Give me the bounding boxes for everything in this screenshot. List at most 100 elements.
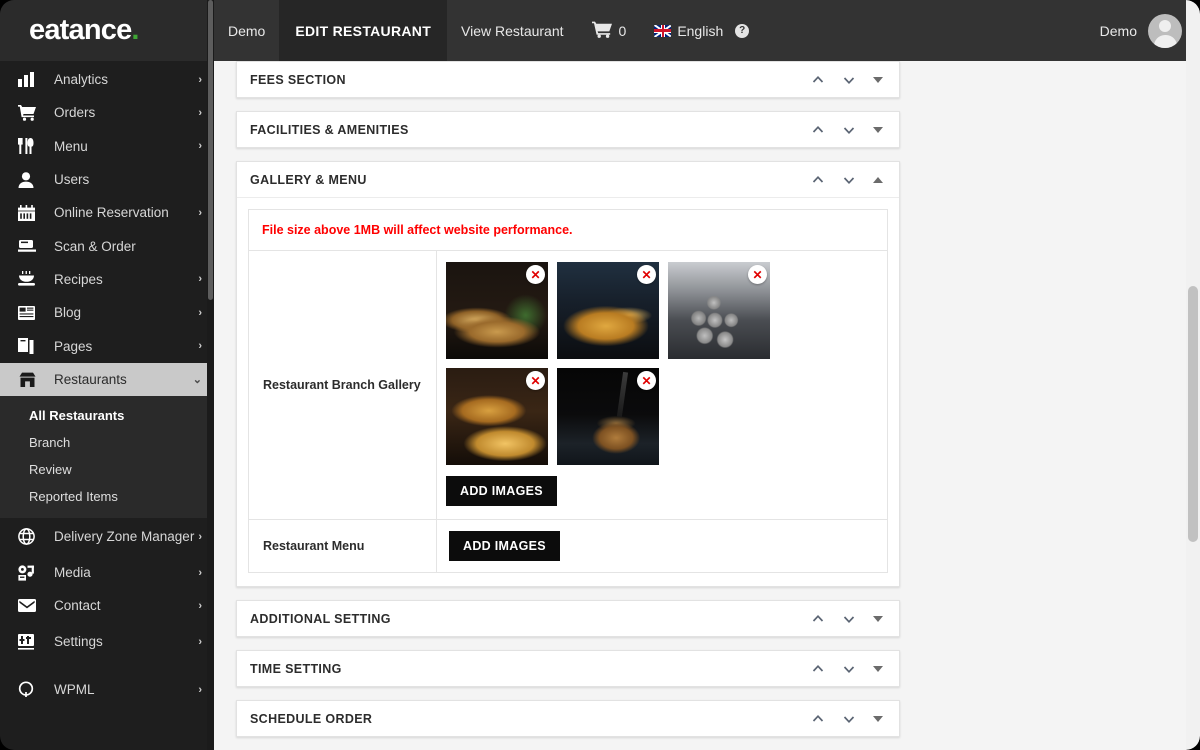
topbar-label: EDIT RESTAURANT [295, 22, 432, 39]
sidebar-item-wpml[interactable]: WPML › [0, 671, 214, 709]
gallery-image-powdered-donut-holes[interactable]: ✕ [668, 262, 770, 359]
sidebar-item-media[interactable]: Media › [0, 556, 214, 589]
collapse-toggle-icon[interactable] [873, 176, 883, 183]
sidebar-item-pages[interactable]: Pages › [0, 329, 214, 362]
sidebar-label: Menu [54, 138, 88, 154]
move-down-icon[interactable] [842, 712, 856, 726]
delete-image-button[interactable]: ✕ [526, 265, 545, 284]
expand-toggle-icon[interactable] [873, 715, 883, 722]
sidebar-item-settings[interactable]: Settings › [0, 623, 214, 661]
move-down-icon[interactable] [842, 73, 856, 87]
panel-title: ADDITIONAL SETTING [250, 611, 391, 626]
sidebar-item-recipes[interactable]: Recipes › [0, 263, 214, 296]
sidebar-label: Media [54, 565, 91, 581]
sidebar-item-all-restaurants[interactable]: All Restaurants [0, 402, 214, 429]
move-down-icon[interactable] [842, 662, 856, 676]
table-row: Restaurant Menu ADD IMAGES [249, 519, 887, 572]
chevron-right-icon: › [198, 273, 202, 286]
topbar-item-demo[interactable]: Demo [214, 0, 279, 61]
sidebar-nav: Analytics › Orders › Menu › Users Online… [0, 61, 214, 709]
file-size-warning: File size above 1MB will affect website … [248, 209, 888, 251]
sidebar-item-scan-and-order[interactable]: Scan & Order [0, 229, 214, 262]
gallery-table: Restaurant Branch Gallery ✕ ✕ ✕ ✕ ✕ ADD … [248, 251, 888, 573]
topbar-item-edit-restaurant[interactable]: EDIT RESTAURANT [279, 0, 448, 61]
sidebar-item-review[interactable]: Review [0, 456, 214, 483]
panel-title: GALLERY & MENU [250, 172, 367, 187]
sidebar-item-delivery-zone-manager[interactable]: Delivery Zone Manager › [0, 518, 214, 556]
sidebar-item-users[interactable]: Users [0, 163, 214, 196]
branch-gallery-cell: ✕ ✕ ✕ ✕ ✕ ADD IMAGES [437, 251, 887, 519]
sidebar-item-restaurants[interactable]: Restaurants ⌄ [0, 362, 214, 396]
move-up-icon[interactable] [811, 73, 825, 87]
sidebar-item-menu[interactable]: Menu › [0, 130, 214, 163]
move-up-icon[interactable] [811, 123, 825, 137]
panel-header[interactable]: SCHEDULE ORDER [237, 701, 899, 736]
panel-header[interactable]: GALLERY & MENU [237, 162, 899, 197]
move-up-icon[interactable] [811, 173, 825, 187]
panel-controls [811, 662, 885, 676]
expand-toggle-icon[interactable] [873, 615, 883, 622]
sidebar-item-analytics[interactable]: Analytics › [0, 63, 214, 96]
panel-header[interactable]: FACILITIES & AMENITIES [237, 112, 899, 147]
move-up-icon[interactable] [811, 712, 825, 726]
panel-stack: FEES SECTION FACILITIES & AMENITIES GALL… [214, 61, 1186, 737]
panel-controls [811, 123, 885, 137]
topbar-label: View Restaurant [461, 22, 564, 39]
expand-toggle-icon[interactable] [873, 665, 883, 672]
topbar-item-view-restaurant[interactable]: View Restaurant [447, 0, 577, 61]
panel-header[interactable]: TIME SETTING [237, 651, 899, 686]
media-icon [18, 563, 44, 583]
sidebar-item-reported-items[interactable]: Reported Items [0, 483, 214, 510]
delete-image-button[interactable]: ✕ [748, 265, 767, 284]
cart-button[interactable]: 0 [578, 0, 641, 61]
chevron-right-icon: › [198, 566, 202, 579]
delete-image-button[interactable]: ✕ [637, 265, 656, 284]
gallery-image-burger-with-fries[interactable]: ✕ [446, 368, 548, 465]
user-name: Demo [1099, 22, 1137, 39]
chevron-right-icon: › [198, 530, 202, 543]
sidebar-item-contact[interactable]: Contact › [0, 589, 214, 622]
page-scrollbar-thumb[interactable] [1188, 286, 1198, 542]
add-images-button-menu[interactable]: ADD IMAGES [449, 531, 560, 561]
sidebar-item-branch[interactable]: Branch [0, 429, 214, 456]
language-selector[interactable]: English ? [640, 0, 763, 61]
add-images-button-gallery[interactable]: ADD IMAGES [446, 476, 557, 506]
panel-time-setting: TIME SETTING [236, 650, 900, 687]
panel-controls [811, 712, 885, 726]
delete-image-button[interactable]: ✕ [526, 371, 545, 390]
panel-header[interactable]: FEES SECTION [237, 62, 899, 97]
sidebar-item-online-reservation[interactable]: Online Reservation › [0, 196, 214, 229]
delete-image-button[interactable]: ✕ [637, 371, 656, 390]
gallery-image-empanadas-in-pan[interactable]: ✕ [446, 262, 548, 359]
globe-icon [18, 527, 44, 547]
move-down-icon[interactable] [842, 123, 856, 137]
sidebar-scrollbar[interactable] [207, 0, 214, 750]
panel-header[interactable]: ADDITIONAL SETTING [237, 601, 899, 636]
gallery-image-french-fries-bowl[interactable]: ✕ [557, 262, 659, 359]
help-icon[interactable]: ? [735, 23, 750, 38]
expand-toggle-icon[interactable] [873, 126, 883, 133]
move-up-icon[interactable] [811, 612, 825, 626]
sidebar-scrollbar-thumb[interactable] [208, 0, 213, 300]
sliders-icon [18, 632, 44, 652]
sidebar-item-orders[interactable]: Orders › [0, 96, 214, 129]
cart-icon [591, 21, 612, 41]
gallery-thumbnails: ✕ ✕ ✕ ✕ ✕ [446, 262, 875, 465]
move-down-icon[interactable] [842, 612, 856, 626]
avatar[interactable] [1148, 13, 1182, 48]
restaurants-submenu: All Restaurants Branch Review Reported I… [0, 395, 214, 518]
submenu-label: All Restaurants [29, 407, 125, 423]
cart-icon [18, 103, 44, 123]
brand-logo[interactable]: eatance. [0, 0, 214, 61]
move-down-icon[interactable] [842, 173, 856, 187]
chevron-right-icon: › [198, 106, 202, 119]
expand-toggle-icon[interactable] [873, 76, 883, 83]
cart-count: 0 [618, 22, 627, 39]
chevron-right-icon: › [198, 683, 202, 696]
move-up-icon[interactable] [811, 662, 825, 676]
page-scrollbar[interactable] [1186, 0, 1200, 750]
gallery-image-burger-with-knife[interactable]: ✕ [557, 368, 659, 465]
panel-additional-setting: ADDITIONAL SETTING [236, 600, 900, 637]
sidebar-item-blog[interactable]: Blog › [0, 296, 214, 329]
chevron-right-icon: › [198, 306, 202, 319]
